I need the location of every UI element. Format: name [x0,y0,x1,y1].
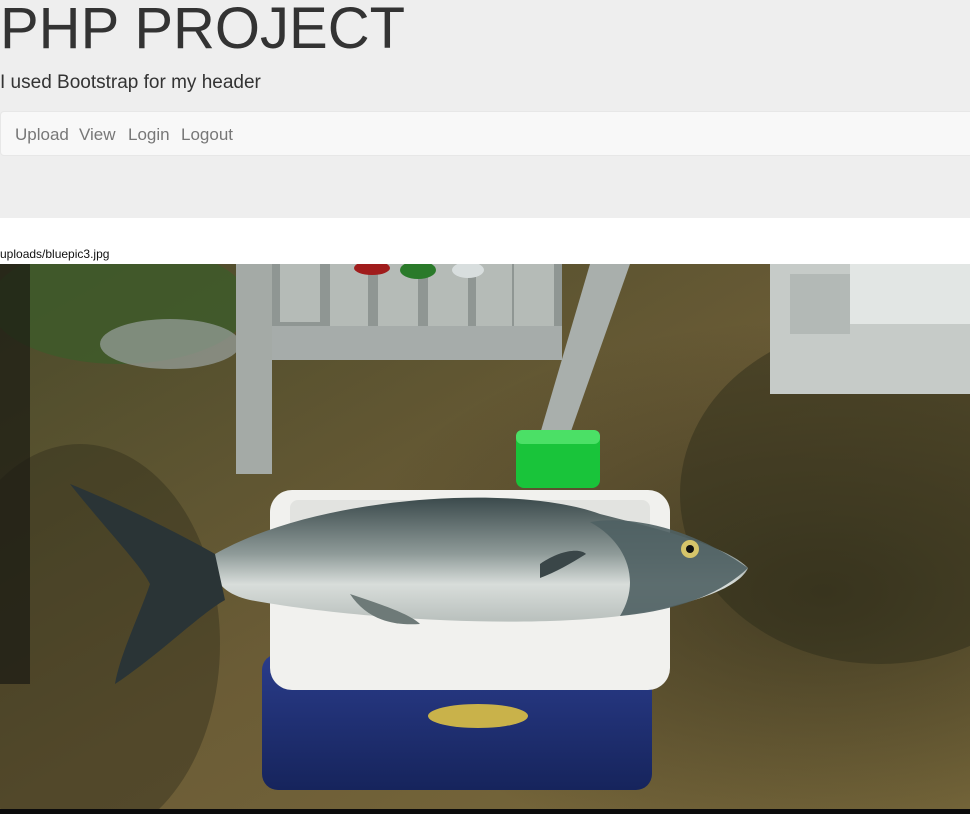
fish-photo-image [0,264,970,810]
bottom-strip [0,809,970,814]
nav-upload-link[interactable]: Upload [15,112,69,157]
navbar: Upload View Login Logout [0,111,970,156]
nav-logout-link[interactable]: Logout [181,112,233,157]
uploaded-photo [0,264,970,810]
header-jumbotron: PHP PROJECT I used Bootstrap for my head… [0,0,970,218]
image-file-path: uploads/bluepic3.jpg [0,247,110,261]
site-tagline: I used Bootstrap for my header [0,72,261,93]
nav-view-link[interactable]: View [79,112,116,157]
nav-login-link[interactable]: Login [128,112,170,157]
site-title: PHP PROJECT [0,0,406,61]
